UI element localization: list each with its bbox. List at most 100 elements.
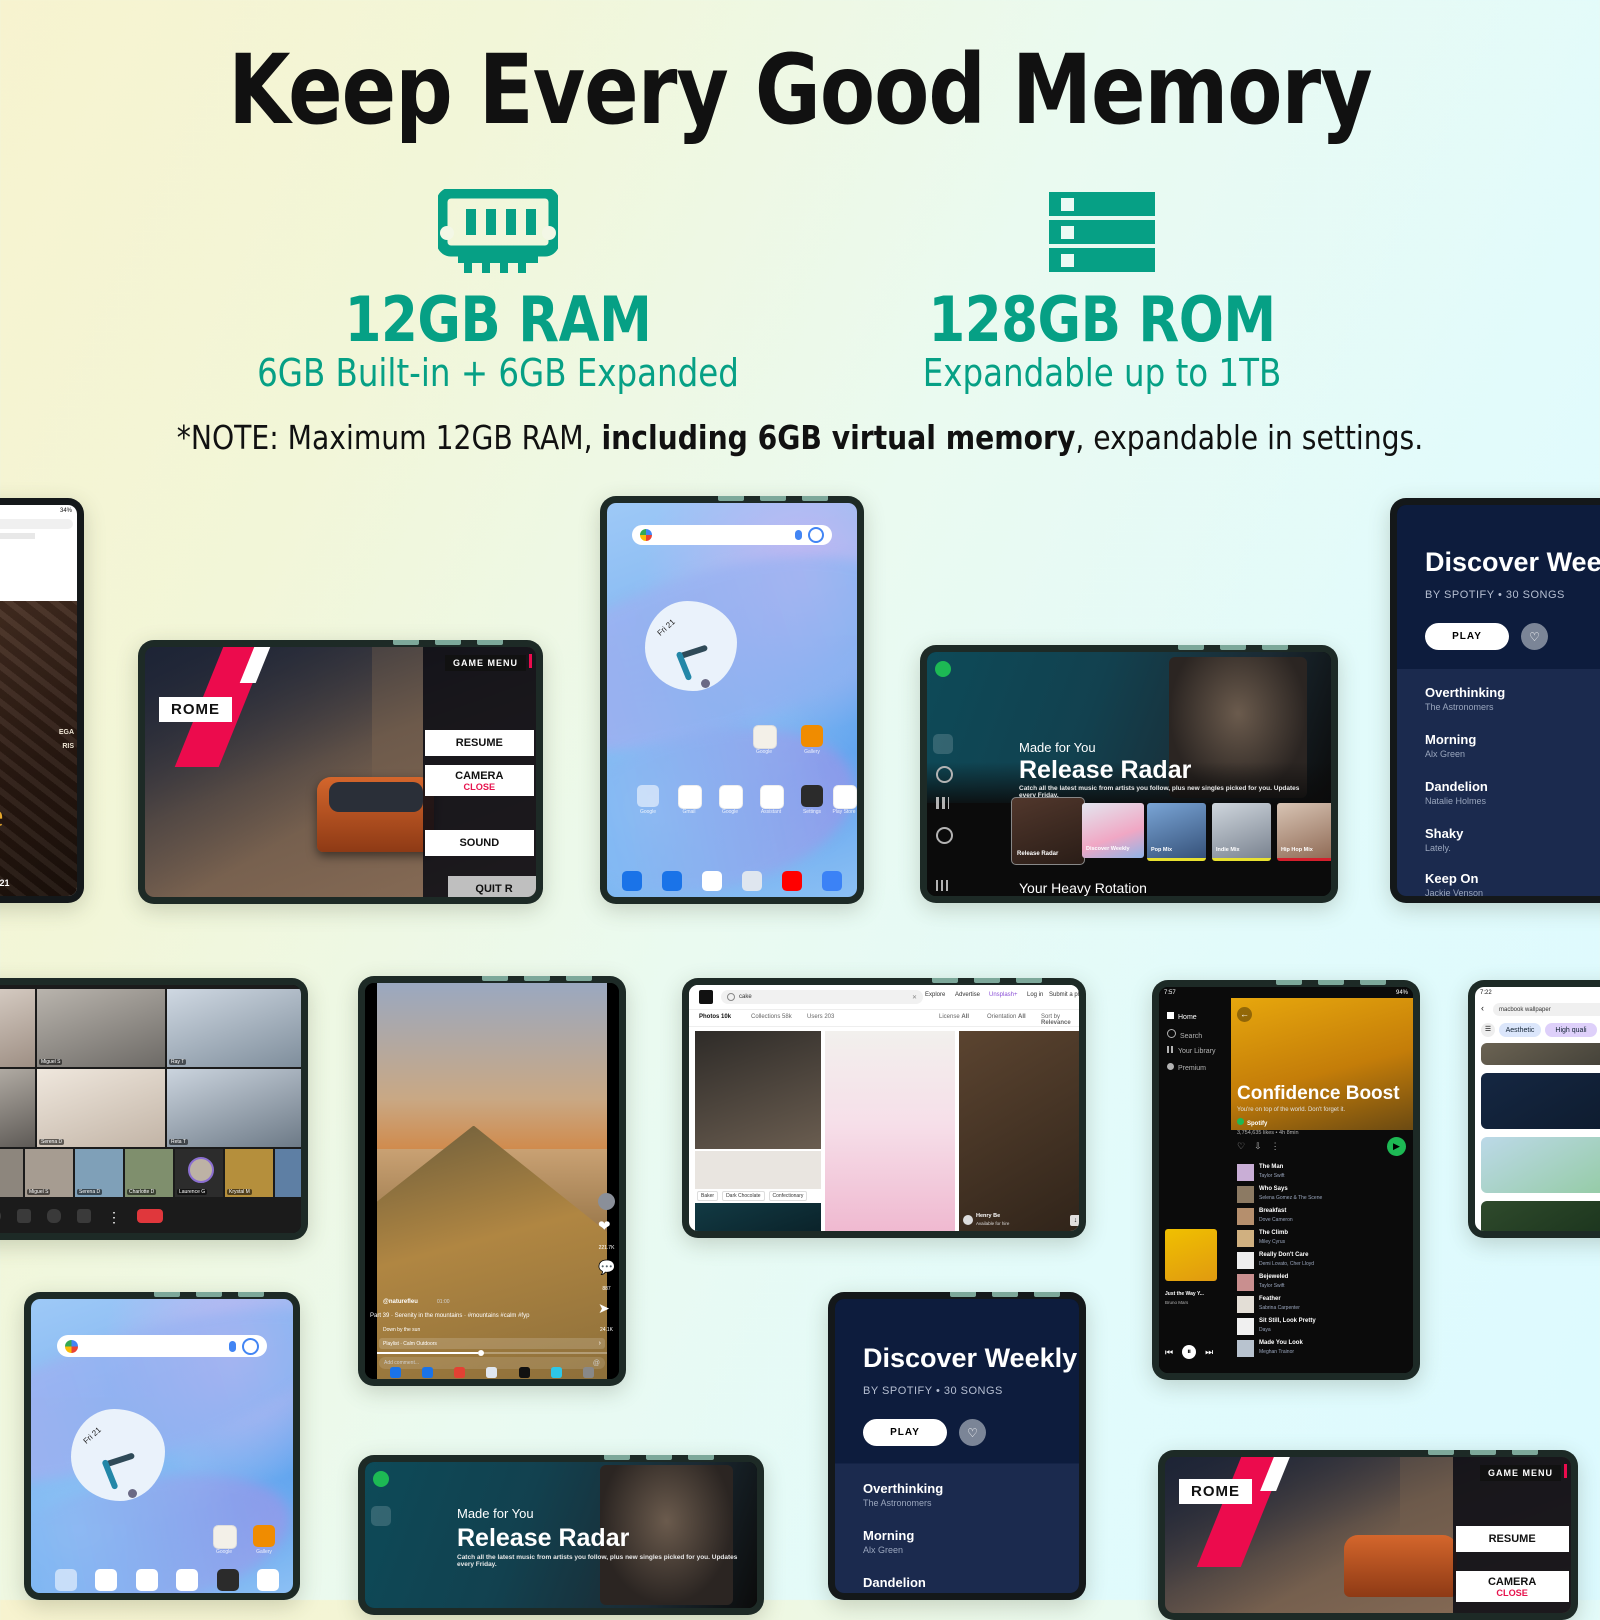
photo-card-2[interactable]	[695, 1203, 821, 1231]
video-thumb-2[interactable]: Serena D	[75, 1149, 123, 1197]
playlist-card-0[interactable]: Release Radar	[1011, 797, 1085, 865]
dock-icon-phone[interactable]	[622, 871, 642, 891]
mention-icon[interactable]: @	[593, 1360, 600, 1367]
playlist-banner[interactable]: Playlist · Calm Outdoors ›	[379, 1338, 605, 1349]
track-row-0-right[interactable]: Overthinking The Astronomers	[1425, 685, 1505, 712]
more-options-icon[interactable]: ⋮	[107, 1209, 121, 1225]
discover-weekly-screen-bottom[interactable]: Discover Weekly BY SPOTIFY • 30 SONGS PL…	[835, 1299, 1079, 1593]
track-row-2-bottom[interactable]: Dandelion	[863, 1575, 926, 1590]
android-home-tablet-bottom[interactable]: Fri 21 Google Gallery	[24, 1292, 300, 1600]
speaker-icon[interactable]	[77, 1209, 91, 1223]
heart-icon-right[interactable]: ♡	[1521, 623, 1548, 650]
pinterest-search-screen[interactable]: 7:22 ‹ macbook wallpaper ☰ Aesthetic Hig…	[1475, 987, 1600, 1231]
video-progress-track[interactable]	[377, 1350, 607, 1356]
tag-confectionary[interactable]: Confectionary	[768, 1191, 808, 1201]
dock-icon-gallery[interactable]	[822, 871, 842, 891]
app-icon-gallery[interactable]	[253, 1525, 275, 1547]
filter-license[interactable]: License All	[939, 1014, 969, 1020]
playlist-card-2[interactable]: Pop Mix	[1147, 803, 1206, 861]
pin-card-1[interactable]	[1481, 1073, 1600, 1129]
download-icon[interactable]: ⇩	[1254, 1141, 1262, 1152]
app-icon-gallery[interactable]	[801, 725, 823, 747]
browser-top-bar[interactable]: cake ✕ Explore Advertise Unsplash+ Log i…	[689, 985, 1079, 1010]
app-icon-clock[interactable]	[213, 1525, 237, 1549]
sidebar-item-premium[interactable]: Premium	[1167, 1063, 1206, 1072]
microphone-icon[interactable]	[228, 1340, 236, 1352]
pause-icon[interactable]: ⏸	[1182, 1345, 1197, 1359]
chip-aesthetic[interactable]: Aesthetic	[1499, 1023, 1541, 1037]
google-search-bar[interactable]	[57, 1335, 267, 1357]
search-input[interactable]: macbook wallpaper	[1493, 1003, 1600, 1016]
microphone-icon[interactable]	[47, 1209, 61, 1223]
sidebar-item-search[interactable]: Search	[1167, 1029, 1202, 1040]
game-menu-panel[interactable]: GAME MENU RESUME CAMERA CLOSE SOUND QUIT…	[422, 647, 536, 897]
tag-baker[interactable]: Baker	[697, 1191, 719, 1201]
track-row[interactable]: The Man Taylor Swift	[1237, 1162, 1409, 1184]
app-icon-google-folder[interactable]	[637, 785, 659, 807]
dock-icon-messages[interactable]	[422, 1367, 434, 1378]
track-row[interactable]: The Climb Miley Cyrus	[1237, 1228, 1409, 1250]
clock-widget[interactable]: Fri 21	[645, 601, 737, 691]
unsplash-logo-icon[interactable]	[699, 990, 713, 1004]
tab-collections[interactable]: Collections 58k	[751, 1014, 792, 1020]
nav-icon-search[interactable]	[936, 766, 953, 783]
browser-filter-bar[interactable]: Photos 10k Collections 58k Users 203 Lic…	[689, 1009, 1079, 1027]
app-icon-settings[interactable]	[801, 785, 823, 807]
pin-card-2[interactable]	[1481, 1137, 1600, 1193]
android-home-screen[interactable]: Fri 21 Google Gallery Google Gmail Googl…	[607, 503, 857, 897]
racing-game-screen[interactable]: ROME GAME MENU RESUME CAMERA CLOSE SOUND…	[145, 647, 536, 897]
nav-icon-home[interactable]	[933, 734, 953, 754]
photo-card-4[interactable]: Henry Be Available for hire ↓	[959, 1031, 1079, 1231]
racing-game-tablet-bottom[interactable]: ROME GAME MENU RESUME CAMERA CLOSE	[1158, 1450, 1578, 1620]
dock-icon-tiktok[interactable]	[518, 1367, 530, 1378]
download-icon[interactable]: ↓	[1070, 1215, 1079, 1226]
video-tile-2[interactable]: Ray T	[167, 989, 301, 1067]
video-call-screen[interactable]: Miguel S Ray T Serena D Reta T Miguel S …	[0, 985, 301, 1233]
track-row-3-right[interactable]: Shaky Lately.	[1425, 826, 1463, 853]
discover-weekly-tablet-right[interactable]: Discover Wee BY SPOTIFY • 30 SONGS PLAY …	[1390, 498, 1600, 903]
dock-icon-contacts[interactable]	[486, 1367, 498, 1378]
quit-button[interactable]: QUIT R	[447, 876, 536, 897]
result-row[interactable]	[0, 533, 35, 539]
tab-users[interactable]: Users 203	[807, 1014, 834, 1020]
video-tile-0[interactable]	[0, 989, 35, 1067]
nav-unsplash-plus[interactable]: Unsplash+	[989, 992, 1018, 998]
share-icon[interactable]: ➤	[598, 1301, 615, 1318]
track-row[interactable]: Really Don't Care Demi Lovato, Cher Lloy…	[1237, 1250, 1409, 1272]
profile-avatar-icon[interactable]	[598, 1193, 615, 1210]
playlist-owner[interactable]: Spotify	[1237, 1118, 1267, 1127]
google-lens-icon[interactable]	[808, 527, 824, 543]
microphone-icon[interactable]	[795, 530, 802, 540]
filter-icon[interactable]: ☰	[1481, 1023, 1495, 1037]
nav-log-in[interactable]: Log in	[1027, 992, 1043, 998]
movie-poster-screen[interactable]: 34% EGA RIS ed one JULY 21	[0, 505, 77, 896]
resume-button-bottom[interactable]: RESUME	[1455, 1525, 1569, 1552]
video-camera-icon[interactable]	[17, 1209, 31, 1223]
track-row-2-right[interactable]: Dandelion Natalie Holmes	[1425, 779, 1488, 806]
video-thumb-3[interactable]: Charlotte D	[125, 1149, 173, 1197]
dock-icon-chrome[interactable]	[454, 1367, 466, 1378]
previous-track-icon[interactable]: ⏮	[1165, 1347, 1173, 1358]
video-call-tablet[interactable]: Miguel S Ray T Serena D Reta T Miguel S …	[0, 978, 308, 1240]
track-row[interactable]: Made You Look Meghan Trainor	[1237, 1338, 1409, 1360]
video-tile-3[interactable]	[0, 1069, 35, 1147]
movie-poster-tablet[interactable]: 34% EGA RIS ed one JULY 21	[0, 498, 84, 903]
nav-explore[interactable]: Explore	[925, 992, 945, 998]
video-music[interactable]: Down by the sun	[383, 1327, 420, 1333]
tag-list[interactable]: Baker Dark Chocolate Confectionary	[697, 1191, 808, 1201]
pin-card-3[interactable]	[1481, 1201, 1600, 1231]
app-icon-gmail[interactable]	[678, 785, 702, 809]
photo-card-1[interactable]	[695, 1151, 821, 1189]
video-tile-1[interactable]: Miguel S	[37, 989, 165, 1067]
google-search-bar[interactable]	[632, 525, 832, 545]
pinterest-search-tablet[interactable]: 7:22 ‹ macbook wallpaper ☰ Aesthetic Hig…	[1468, 980, 1600, 1238]
video-thumb-0[interactable]	[0, 1149, 23, 1197]
app-row-bottom[interactable]	[55, 1569, 279, 1591]
app-icon-play-store[interactable]	[256, 1569, 279, 1591]
confidence-boost-screen[interactable]: 7:57 94% Home Search Your Library Premiu…	[1159, 987, 1413, 1373]
play-button-bottom[interactable]: PLAY	[863, 1419, 947, 1446]
tab-photos[interactable]: Photos 10k	[699, 1014, 731, 1020]
confidence-boost-tablet[interactable]: 7:57 94% Home Search Your Library Premiu…	[1152, 980, 1420, 1380]
track-list[interactable]: The Man Taylor Swift Who Says Selena Gom…	[1237, 1162, 1409, 1371]
video-tile-4[interactable]: Serena D	[37, 1069, 165, 1147]
